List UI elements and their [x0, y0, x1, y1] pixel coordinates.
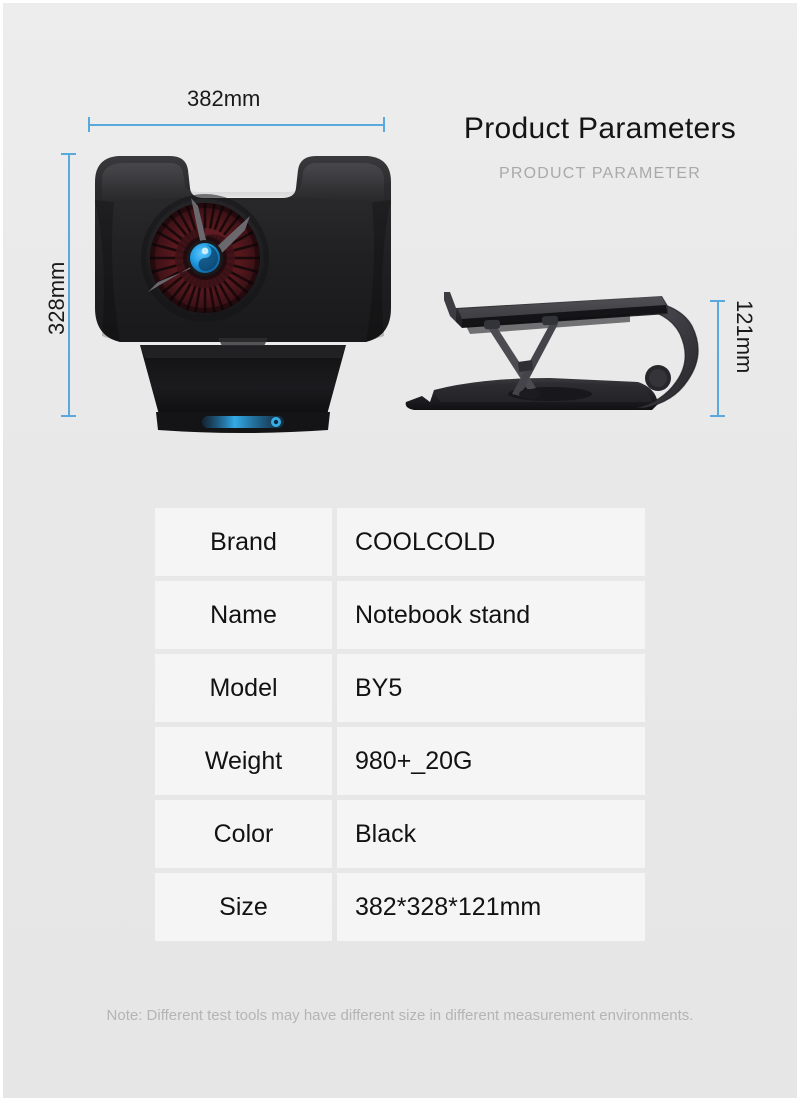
heading-block: Product Parameters PRODUCT PARAMETER [420, 112, 780, 183]
spec-value-color: Black [337, 800, 645, 868]
spec-label-color: Color [155, 800, 332, 868]
spec-value-size: 382*328*121mm [337, 873, 645, 941]
table-row: Brand COOLCOLD [155, 508, 645, 576]
dimension-depth-cap-bottom [710, 415, 725, 417]
spec-label-brand: Brand [155, 508, 332, 576]
page-title: Product Parameters [463, 112, 737, 145]
page-subtitle: PRODUCT PARAMETER [498, 165, 702, 182]
dimension-depth-line [717, 300, 719, 417]
table-row: Weight 980+_20G [155, 727, 645, 795]
dimension-width-cap-left [88, 117, 90, 132]
table-row: Name Notebook stand [155, 581, 645, 649]
spec-value-brand: COOLCOLD [337, 508, 645, 576]
dimension-width-line [88, 124, 385, 126]
laptop-cooling-stand-front-view [95, 156, 391, 433]
spec-value-name: Notebook stand [337, 581, 645, 649]
spec-label-size: Size [155, 873, 332, 941]
dimension-height-label: 328mm [44, 261, 69, 335]
measurement-note: Note: Different test tools may have diff… [106, 1007, 694, 1024]
laptop-cooling-stand-side-view [405, 292, 699, 410]
spec-label-name: Name [155, 581, 332, 649]
table-row: Color Black [155, 800, 645, 868]
spec-label-model: Model [155, 654, 332, 722]
product-parameters-infographic: Product Parameters PRODUCT PARAMETER 382… [0, 0, 800, 1101]
dimension-height-line [68, 153, 70, 417]
spec-value-model: BY5 [337, 654, 645, 722]
dimension-width-label: 382mm [187, 86, 261, 111]
dimension-depth-label: 121mm [732, 300, 757, 374]
dimension-height-cap-top [61, 153, 76, 155]
dimension-height-cap-bottom [61, 415, 76, 417]
table-row: Size 382*328*121mm [155, 873, 645, 941]
dimension-depth-cap-top [710, 300, 725, 302]
table-row: Model BY5 [155, 654, 645, 722]
spec-table: Brand COOLCOLD Name Notebook stand Model… [155, 508, 645, 946]
dimension-width-cap-right [383, 117, 385, 132]
spec-label-weight: Weight [155, 727, 332, 795]
spec-value-weight: 980+_20G [337, 727, 645, 795]
